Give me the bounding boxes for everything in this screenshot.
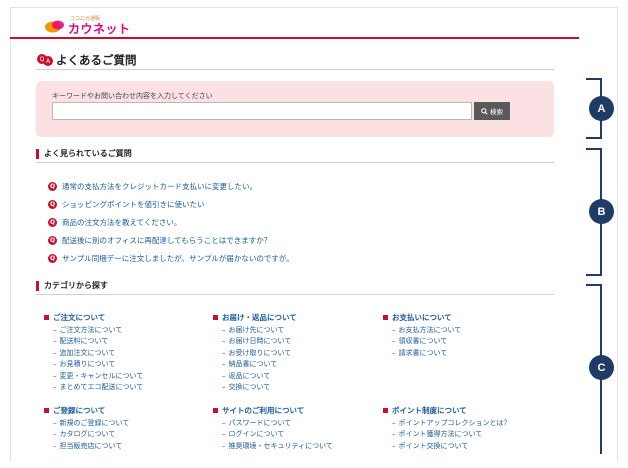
page-title-bar: Q A よくあるご質問 (36, 52, 554, 70)
category-points: ポイント制度について – ポイントアップコレクションとは？ – ポイント獲得方法につ… (383, 403, 543, 452)
faq-section-header: よく見られているご質問 (36, 148, 554, 163)
category-link[interactable]: – ポイントアップコレクションとは？ (383, 417, 543, 429)
dash-icon: – (53, 441, 57, 450)
annotation-badge-b: B (589, 199, 614, 224)
question-icon: Q (48, 181, 57, 191)
category-link[interactable]: – 配送料について (44, 336, 204, 348)
category-link[interactable]: – 追加注文について (44, 347, 204, 359)
dash-icon: – (53, 371, 57, 380)
search-button[interactable]: 検索 (474, 102, 510, 120)
category-title[interactable]: ご注文について (44, 310, 204, 324)
dash-icon: – (53, 337, 57, 346)
search-input[interactable] (52, 102, 472, 120)
category-title[interactable]: サイトのご利用について (213, 403, 373, 417)
faq-item[interactable]: Q ショッピングポイントを値引きに使いたい (48, 195, 294, 213)
category-link[interactable]: – 請求書について (383, 347, 543, 359)
category-registration: ご登録について – 新規のご登録について – カタログについて – 担当販売店について (44, 403, 204, 452)
question-icon: Q (48, 217, 57, 227)
site-header: ココロガ通販 カウネット (10, 7, 579, 39)
faq-item[interactable]: Q サンプル同梱デーに注文しましたが、サンプルが届かないのですが。 (48, 249, 294, 267)
category-link[interactable]: – お見積りについて (44, 359, 204, 371)
question-icon: Q (48, 199, 57, 209)
dash-icon: – (392, 430, 396, 439)
square-bullet-icon (383, 314, 388, 320)
annotation-badge-c: C (589, 355, 614, 380)
category-site-usage: サイトのご利用について – パスワードについて – ログインについて – 推奨環境・セ… (213, 403, 373, 452)
dash-icon: – (222, 383, 226, 392)
category-title[interactable]: お支払いについて (383, 310, 543, 324)
dash-icon: – (392, 418, 396, 427)
question-icon: Q (48, 235, 57, 245)
dash-icon: – (53, 383, 57, 392)
dash-icon: – (222, 441, 226, 450)
dash-icon: – (53, 360, 57, 369)
faq-item[interactable]: Q 商品の注文方法を教えてください。 (48, 213, 294, 231)
square-bullet-icon (44, 407, 49, 413)
category-link[interactable]: – 領収書について (383, 336, 543, 348)
category-link[interactable]: – パスワードについて (213, 417, 373, 429)
dash-icon: – (392, 337, 396, 346)
square-bullet-icon (213, 407, 218, 413)
search-panel: キーワードやお問い合わせ内容を入力してください 検索 (36, 81, 554, 137)
dash-icon: – (53, 325, 57, 334)
chat-bubbles-icon: Q A (37, 54, 53, 66)
category-link[interactable]: – 交換について (213, 382, 373, 394)
category-delivery: お届け・返品について – お届け先について – お届け日時について – お受け取りにつ… (213, 310, 373, 393)
section-bar (36, 281, 39, 291)
category-link[interactable]: – まとめてエコ配送について (44, 382, 204, 394)
annotation-badge-a: A (589, 96, 614, 121)
question-icon: Q (48, 253, 57, 263)
category-link[interactable]: – 変更・キャンセルについて (44, 370, 204, 382)
dash-icon: – (222, 418, 226, 427)
dash-icon: – (222, 348, 226, 357)
dash-icon: – (392, 325, 396, 334)
page-title: よくあるご質問 (56, 53, 137, 67)
category-link[interactable]: – ポイント獲得方法について (383, 429, 543, 441)
search-button-label: 検索 (490, 109, 503, 116)
dash-icon: – (53, 348, 57, 357)
category-section-title: カテゴリから探す (44, 281, 108, 290)
category-link[interactable]: – ご注文方法について (44, 324, 204, 336)
section-bar (36, 149, 39, 159)
search-icon (481, 107, 488, 115)
category-payment: お支払いについて – お支払方法について – 領収書について – 請求書について (383, 310, 543, 359)
dash-icon: – (392, 441, 396, 450)
category-ordering: ご注文について – ご注文方法について – 配送料について – 追加注文について – お… (44, 310, 204, 393)
category-title[interactable]: ご登録について (44, 403, 204, 417)
logo-mark-icon (45, 20, 64, 33)
category-link[interactable]: – 担当販売店について (44, 440, 204, 452)
faq-section-title: よく見られているご質問 (44, 149, 132, 158)
search-label: キーワードやお問い合わせ内容を入力してください (52, 92, 213, 100)
category-link[interactable]: – ポイント交換について (383, 440, 543, 452)
square-bullet-icon (44, 314, 49, 320)
dash-icon: – (53, 430, 57, 439)
dash-icon: – (53, 418, 57, 427)
square-bullet-icon (213, 314, 218, 320)
category-title[interactable]: お届け・返品について (213, 310, 373, 324)
category-link[interactable]: – お届け先について (213, 324, 373, 336)
dash-icon: – (222, 430, 226, 439)
category-link[interactable]: – 新規のご登録について (44, 417, 204, 429)
faq-list: Q 通常の支払方法をクレジットカード支払いに変更したい。 Q ショッピングポイントを… (48, 177, 294, 267)
category-link[interactable]: – ログインについて (213, 429, 373, 441)
dash-icon: – (222, 360, 226, 369)
square-bullet-icon (383, 407, 388, 413)
logo-text: カウネット (68, 22, 131, 36)
category-link[interactable]: – お受け取りについて (213, 347, 373, 359)
dash-icon: – (222, 337, 226, 346)
faq-item[interactable]: Q 通常の支払方法をクレジットカード支払いに変更したい。 (48, 177, 294, 195)
svg-text:Q: Q (40, 56, 45, 63)
category-section-header: カテゴリから探す (36, 280, 554, 295)
category-title[interactable]: ポイント制度について (383, 403, 543, 417)
category-link[interactable]: – 納品書について (213, 359, 373, 371)
category-link[interactable]: – カタログについて (44, 429, 204, 441)
category-link[interactable]: – 返品について (213, 370, 373, 382)
category-link[interactable]: – 推奨環境・セキュリティについて (213, 440, 373, 452)
category-link[interactable]: – お支払方法について (383, 324, 543, 336)
dash-icon: – (392, 348, 396, 357)
dash-icon: – (222, 325, 226, 334)
faq-item[interactable]: Q 配送後に別のオフィスに再配達してもらうことはできますか？ (48, 231, 294, 249)
category-link[interactable]: – お届け日時について (213, 336, 373, 348)
dash-icon: – (222, 371, 226, 380)
